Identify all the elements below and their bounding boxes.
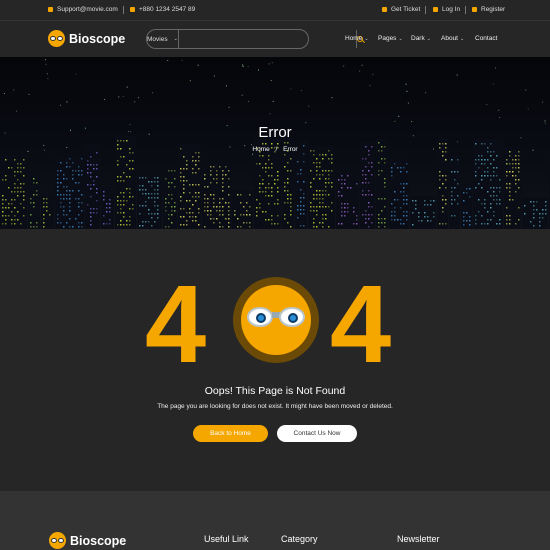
breadcrumb-current: Error — [283, 146, 298, 153]
page-title: Error — [258, 124, 292, 141]
support-phone[interactable]: +880 1234 2547 89 — [130, 6, 195, 13]
nav-dark-label: Dark — [411, 35, 425, 42]
register-label: Register — [481, 6, 506, 13]
support-email[interactable]: Support@movie.com — [48, 6, 118, 13]
footer-logo[interactable]: Bioscope — [49, 532, 126, 549]
nav-home-label: Home — [345, 35, 363, 42]
chevron-down-icon: ⌄ — [398, 35, 403, 42]
logo-face-icon — [49, 532, 66, 549]
nav-about-label: About — [441, 35, 458, 42]
chevron-down-icon: ⌄ — [173, 36, 178, 42]
divider — [425, 6, 426, 14]
get-ticket-label: Get Ticket — [391, 6, 421, 13]
register-link[interactable]: Register — [472, 6, 505, 13]
contact-us-button[interactable]: Contact Us Now — [277, 425, 357, 442]
error-description: The page you are looking for does not ex… — [157, 403, 393, 410]
search-bar: Movies ⌄ — [146, 29, 363, 49]
lock-icon — [433, 7, 438, 12]
breadcrumb-home[interactable]: Home — [252, 146, 269, 153]
phone-icon — [130, 7, 135, 12]
footer-heading-newsletter: Newsletter — [397, 534, 440, 544]
page-banner: Error Home / Error — [0, 57, 550, 229]
nav-contact-label: Contact — [475, 35, 498, 42]
divider — [123, 6, 124, 14]
ticket-icon — [382, 7, 387, 12]
binocular-face-icon — [233, 277, 319, 363]
breadcrumb: Home / Error — [0, 146, 550, 153]
chevron-down-icon: ⌄ — [364, 35, 369, 42]
breadcrumb-separator: / — [275, 146, 278, 153]
user-icon — [472, 7, 477, 12]
nav-contact[interactable]: Contact — [475, 35, 497, 42]
nav-home[interactable]: Home ⌄ — [345, 35, 369, 42]
search-input[interactable] — [178, 30, 356, 48]
nav-dark[interactable]: Dark ⌄ — [411, 35, 431, 42]
login-link[interactable]: Log In — [433, 6, 460, 13]
error-heading: Oops! This Page is Not Found — [204, 385, 346, 397]
divider — [465, 6, 466, 14]
nav-pages[interactable]: Pages ⌄ — [378, 35, 403, 42]
support-phone-text: +880 1234 2547 89 — [139, 6, 196, 13]
chevron-down-icon: ⌄ — [460, 35, 465, 42]
error-digit-right: 4 — [330, 263, 392, 386]
top-bar: Support@movie.com +880 1234 2547 89 Get … — [0, 0, 550, 21]
logo-text: Bioscope — [69, 31, 126, 46]
search-category-select[interactable]: Movies ⌄ — [147, 30, 179, 48]
chevron-down-icon: ⌄ — [426, 35, 431, 42]
footer-heading-useful-link: Useful Link — [204, 534, 249, 544]
email-icon — [48, 7, 53, 12]
footer-logo-text: Bioscope — [70, 533, 127, 548]
back-to-home-button[interactable]: Back to Home — [193, 425, 268, 442]
footer-heading-category: Category — [281, 534, 318, 544]
main-header: Bioscope Movies ⌄ Home ⌄ Pages ⌄ Dark ⌄ … — [0, 21, 550, 57]
login-label: Log In — [442, 6, 461, 13]
error-digit-left: 4 — [145, 263, 207, 386]
city-skyline-image — [0, 59, 550, 229]
search-category-label: Movies — [147, 35, 168, 43]
nav-about[interactable]: About ⌄ — [441, 35, 464, 42]
nav-pages-label: Pages — [378, 35, 397, 42]
footer: Bioscope Useful Link Category Newsletter — [0, 491, 550, 550]
logo-face-icon — [48, 30, 65, 47]
support-email-text: Support@movie.com — [57, 6, 118, 13]
site-logo[interactable]: Bioscope — [48, 30, 125, 47]
get-ticket-link[interactable]: Get Ticket — [382, 6, 420, 13]
